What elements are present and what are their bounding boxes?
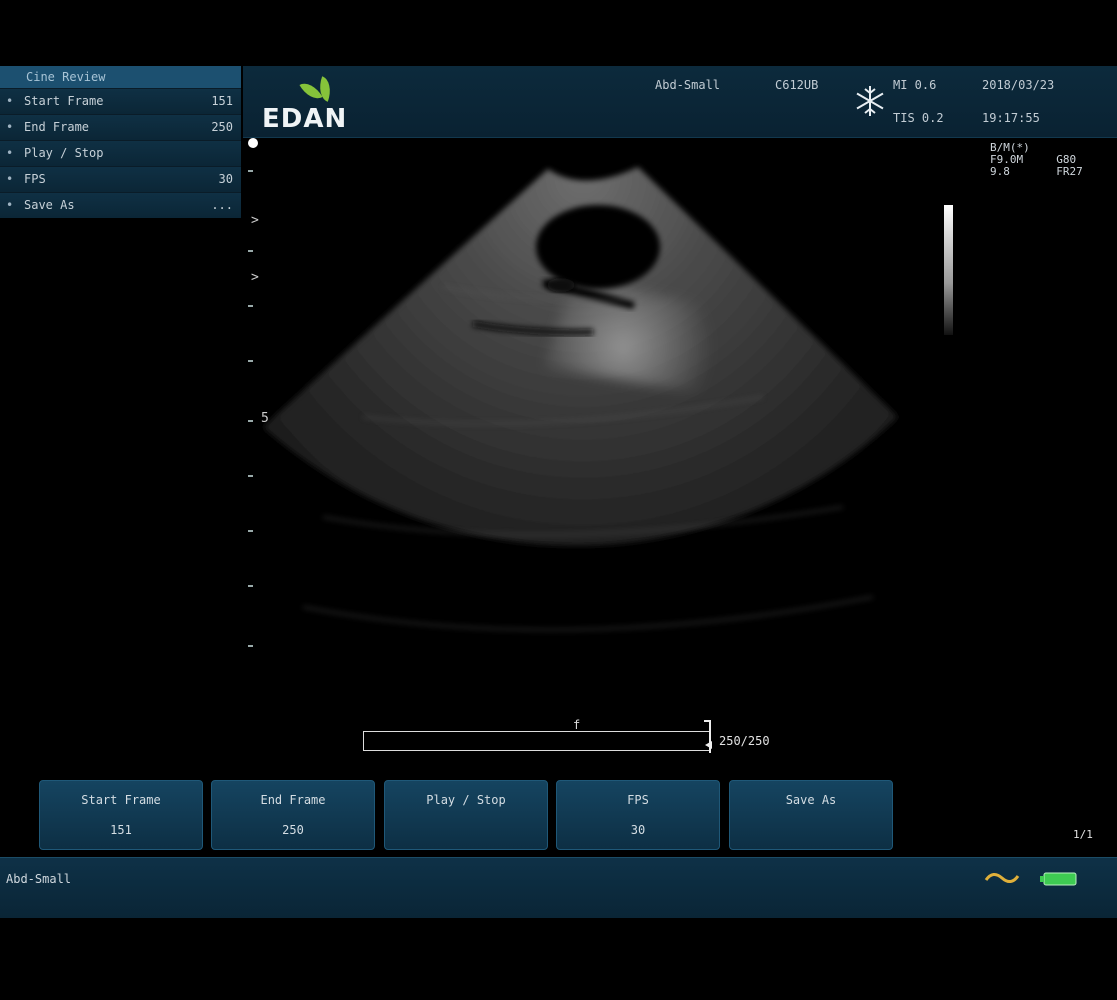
cine-menu-label: FPS [24, 172, 46, 186]
page-indicator: 1/1 [1073, 828, 1093, 841]
depth-label: 5 [261, 411, 269, 426]
save-as-button[interactable]: Save As [729, 780, 893, 850]
status-bar [0, 857, 1117, 918]
header-bar [243, 66, 1117, 138]
bullet-icon: • [6, 120, 14, 134]
bullet-icon: • [6, 198, 14, 212]
play-stop-button[interactable]: Play / Stop [384, 780, 548, 850]
bullet-icon: • [6, 94, 14, 108]
cine-progress-bar[interactable] [363, 731, 710, 751]
cine-menu-label: Save As [24, 198, 75, 212]
date-label: 2018/03/23 [982, 78, 1055, 92]
cine-menu-label: End Frame [24, 120, 90, 134]
probe-label: C612UB [775, 78, 819, 92]
cine-start-marker: f [573, 718, 581, 732]
start-frame-button[interactable]: Start Frame 151 [39, 780, 203, 850]
cine-frame-count: 250/250 [719, 734, 770, 748]
tis-label: TIS 0.2 [893, 111, 944, 125]
depth-tick [248, 305, 253, 307]
image-parameters: B/M(*) F9.0M G80 9.8 FR27 [990, 142, 1083, 178]
cine-menu-fps[interactable]: • FPS 30 [0, 166, 241, 192]
button-value: 151 [110, 823, 132, 837]
cine-menu-label: Start Frame [24, 94, 104, 108]
mi-label: MI 0.6 [893, 78, 937, 92]
button-value: 30 [630, 823, 646, 837]
bullet-icon: • [6, 146, 14, 160]
focus-marker: > [251, 270, 259, 285]
button-label: Play / Stop [426, 793, 506, 807]
wave-icon [984, 873, 1020, 883]
depth-tick [248, 250, 253, 252]
param-line: 9.8 FR27 [990, 165, 1083, 178]
button-label: Start Frame [81, 793, 161, 807]
focus-dot [248, 138, 258, 148]
cine-menu-start-frame[interactable]: • Start Frame 151 [0, 88, 241, 114]
depth-tick [248, 360, 253, 362]
bullet-icon: • [6, 172, 14, 186]
depth-tick [248, 475, 253, 477]
ultrasound-image[interactable] [243, 137, 1117, 777]
button-label: End Frame [260, 793, 326, 807]
grayscale-bar [944, 205, 953, 335]
cine-menu-value: ... [211, 198, 233, 212]
cine-review-panel: Cine Review • Start Frame 151 • End Fram… [0, 66, 241, 218]
depth-tick [248, 530, 253, 532]
cine-menu-value: 151 [211, 94, 233, 108]
cine-menu-value: 250 [211, 120, 233, 134]
depth-tick [248, 420, 253, 422]
status-preset: Abd-Small [6, 872, 72, 886]
depth-scale: > > 5 [245, 138, 275, 660]
button-label: FPS [627, 793, 649, 807]
button-value: 250 [282, 823, 304, 837]
depth-tick [248, 170, 253, 172]
snowflake-icon[interactable] [853, 84, 887, 118]
logo-text: EDAN [262, 104, 348, 134]
depth-tick [248, 585, 253, 587]
cine-menu-play-stop[interactable]: • Play / Stop [0, 140, 241, 166]
cine-panel-title: Cine Review [0, 66, 241, 88]
edan-logo: EDAN [262, 76, 362, 136]
cine-menu-label: Play / Stop [24, 146, 104, 160]
cine-menu-save-as[interactable]: • Save As ... [0, 192, 241, 218]
fps-button[interactable]: FPS 30 [556, 780, 720, 850]
end-frame-button[interactable]: End Frame 250 [211, 780, 375, 850]
focus-marker: > [251, 213, 259, 228]
cine-menu-value: 30 [218, 172, 233, 186]
gallbladder [536, 205, 660, 289]
cine-cursor-icon[interactable] [702, 719, 714, 755]
time-label: 19:17:55 [982, 111, 1040, 125]
button-label: Save As [785, 793, 837, 807]
depth-tick [248, 645, 253, 647]
cine-progress-fill [364, 732, 709, 750]
cine-menu-end-frame[interactable]: • End Frame 250 [0, 114, 241, 140]
battery-icon [1040, 872, 1077, 886]
preset-label: Abd-Small [655, 78, 721, 92]
logo-leaf-left [299, 77, 323, 105]
